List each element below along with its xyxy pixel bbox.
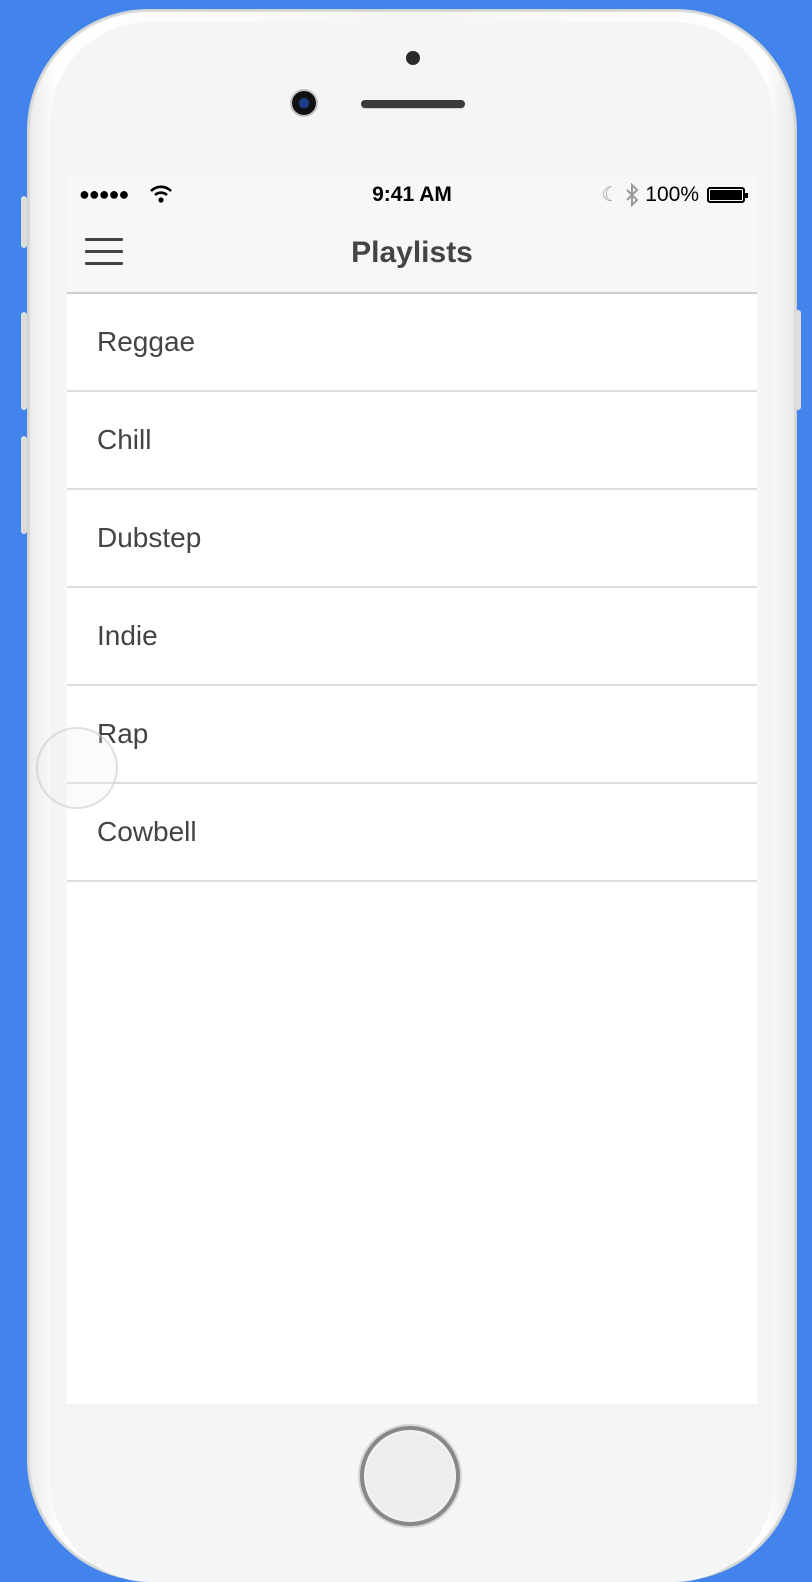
playlist-list: Reggae Chill Dubstep Indie Rap Cowbell <box>67 294 757 882</box>
playlist-item[interactable]: Chill <box>67 392 757 490</box>
bluetooth-icon <box>626 182 639 207</box>
playlist-item[interactable]: Indie <box>67 588 757 686</box>
battery-level-fill <box>710 189 742 200</box>
front-camera <box>292 91 316 115</box>
volume-down-button <box>21 436 27 534</box>
battery-percent: 100% <box>645 182 699 206</box>
playlist-item-label: Cowbell <box>97 816 197 847</box>
app-screen: ●●●●● 9:41 AM ☾ 100% Playlists Reggae Chi… <box>67 176 757 1404</box>
playlist-item[interactable]: Dubstep <box>67 490 757 588</box>
status-right-group: ☾ 100% <box>601 182 748 207</box>
do-not-disturb-icon: ☾ <box>601 184 620 206</box>
playlist-item-label: Indie <box>97 620 158 651</box>
power-button <box>795 310 801 410</box>
playlist-item[interactable]: Rap <box>67 686 757 784</box>
navigation-bar: Playlists <box>67 214 757 294</box>
battery-icon <box>707 186 748 203</box>
page-title: Playlists <box>351 236 473 269</box>
proximity-sensor <box>406 51 420 65</box>
playlist-item[interactable]: Reggae <box>67 294 757 392</box>
home-button[interactable] <box>360 1426 460 1526</box>
status-bar: ●●●●● 9:41 AM ☾ 100% <box>67 176 757 214</box>
playlist-item-label: Dubstep <box>97 522 202 553</box>
touch-indicator <box>36 727 118 809</box>
playlist-item[interactable]: Cowbell <box>67 784 757 882</box>
playlist-item-label: Reggae <box>97 326 196 357</box>
volume-up-button <box>21 312 27 410</box>
playlist-item-label: Chill <box>97 424 152 455</box>
mute-switch <box>21 196 27 248</box>
earpiece-speaker <box>361 100 465 108</box>
